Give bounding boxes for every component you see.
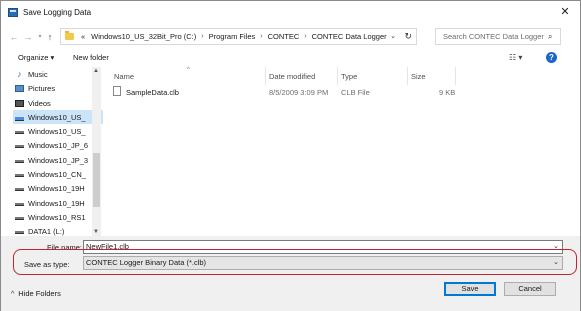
up-icon[interactable]: ↑ [45, 30, 55, 44]
window-title: Save Logging Data [23, 7, 92, 17]
sidebar-item-label: Windows10_CN_ [28, 169, 86, 179]
drive-icon [15, 131, 24, 134]
sidebar-item-label: Windows10_19H [28, 198, 85, 208]
file-name: SampleData.clb [126, 88, 179, 97]
sidebar-item-drive[interactable]: Windows10_19H [13, 196, 103, 210]
sidebar-item-drive[interactable]: Windows10_JP_6 [13, 138, 103, 152]
cancel-button[interactable]: Cancel [504, 282, 556, 296]
sidebar-item-drive[interactable]: Windows10_US_ [13, 124, 103, 138]
music-icon: ♪ [17, 69, 22, 79]
search-icon[interactable]: ⌕ [548, 32, 560, 42]
title-bar: Save Logging Data ✕ [1, 1, 580, 23]
sort-ascending-icon: ^ [187, 67, 190, 73]
file-type: CLB File [341, 88, 370, 97]
breadcrumb-contec-data-logger[interactable]: CONTEC Data Logger [309, 32, 390, 41]
address-dropdown-icon[interactable]: ⌄ [390, 32, 396, 40]
sidebar-item-music[interactable]: ♪ Music [13, 67, 103, 81]
pictures-icon [15, 84, 24, 92]
address-row: ← → ▾ ↑ « Windows10_US_32Bit_Pro (C:) › … [1, 27, 580, 47]
file-date: 8/5/2009 3:09 PM [269, 88, 329, 97]
navigation-pane: ♪ Music Pictures Videos Windows10_US_ Wi… [13, 67, 103, 236]
organize-button[interactable]: Organize ▾ [18, 53, 54, 62]
scroll-down-icon[interactable]: ▼ [93, 229, 99, 235]
sidebar-item-videos[interactable]: Videos [13, 96, 103, 110]
sidebar-item-label: Music [28, 69, 48, 79]
hide-folders-label: Hide Folders [18, 289, 61, 298]
sidebar-item-pictures[interactable]: Pictures [13, 81, 103, 95]
column-header-date[interactable]: Date modified [269, 72, 315, 81]
sidebar-item-drive[interactable]: Windows10_CN_ [13, 167, 103, 181]
column-header-type[interactable]: Type [341, 72, 357, 81]
column-divider[interactable] [407, 67, 408, 85]
drive-icon [15, 116, 24, 121]
view-options-icon[interactable]: ☷ ▾ [509, 53, 522, 62]
sidebar-item-drive-selected[interactable]: Windows10_US_ [13, 110, 103, 124]
sidebar-item-label: DATA1 (L:) [28, 226, 65, 236]
sidebar-item-drive[interactable]: Windows10_JP_3 [13, 153, 103, 167]
breadcrumb-drive[interactable]: Windows10_US_32Bit_Pro (C:) [88, 32, 199, 41]
sidebar-item-label: Windows10_US_ [28, 126, 86, 136]
column-divider[interactable] [337, 67, 338, 85]
column-header-name[interactable]: Name [114, 72, 134, 81]
column-header-size[interactable]: Size [411, 72, 426, 81]
table-row[interactable]: SampleData.clb 8/5/2009 3:09 PM CLB File… [109, 86, 469, 99]
sidebar-item-data1[interactable]: DATA1 (L:) [13, 224, 103, 236]
app-icon [8, 7, 18, 17]
help-icon[interactable]: ? [546, 52, 557, 63]
drive-icon [15, 160, 24, 163]
command-bar: Organize ▾ New folder ☷ ▾ ? [1, 51, 580, 67]
drive-icon [15, 231, 24, 234]
breadcrumb-program-files[interactable]: Program Files [206, 32, 259, 41]
file-list: ^ Name Date modified Type Size SampleDat… [105, 67, 575, 236]
sidebar-item-label: Videos [28, 98, 51, 108]
drive-icon [15, 174, 24, 177]
address-bar[interactable]: « Windows10_US_32Bit_Pro (C:) › Program … [60, 28, 417, 45]
drive-icon [15, 145, 24, 148]
sidebar-item-label: Windows10_19H [28, 183, 85, 193]
sidebar-item-label: Pictures [28, 83, 56, 93]
column-divider[interactable] [265, 67, 266, 85]
refresh-icon[interactable]: ↻ [404, 31, 412, 42]
save-options-panel: File name: NewFile1.clb ⌄ Save as type: … [1, 236, 580, 311]
back-icon[interactable]: ← [9, 30, 19, 44]
folder-icon [65, 31, 74, 40]
sidebar-item-label: Windows10_US_ [28, 112, 86, 122]
save-dialog: Save Logging Data ✕ ← → ▾ ↑ « Windows10_… [0, 0, 581, 311]
breadcrumb-contec[interactable]: CONTEC [265, 32, 303, 41]
highlight-annotation [13, 249, 577, 275]
scrollbar-thumb[interactable] [93, 153, 100, 207]
search-box[interactable]: Search CONTEC Data Logger ⌕ [435, 28, 561, 45]
forward-icon[interactable]: → [23, 30, 33, 44]
sidebar-item-label: Windows10_JP_6 [28, 140, 89, 150]
hide-folders-button[interactable]: ^ Hide Folders [11, 289, 61, 298]
recent-locations-icon[interactable]: ▾ [35, 30, 45, 44]
sidebar-item-label: Windows10_JP_3 [28, 155, 89, 165]
sidebar-item-drive[interactable]: Windows10_RS1 [13, 210, 103, 224]
chevron-up-icon: ^ [11, 291, 15, 298]
search-input[interactable]: Search CONTEC Data Logger [436, 32, 548, 41]
videos-icon [15, 99, 24, 107]
sidebar-item-label: Windows10_RS1 [28, 212, 86, 222]
file-size: 9 KB [439, 88, 456, 97]
save-button[interactable]: Save [444, 282, 496, 296]
scroll-up-icon[interactable]: ▲ [93, 68, 99, 74]
close-icon[interactable]: ✕ [558, 5, 572, 19]
breadcrumb-overflow[interactable]: « [78, 32, 88, 41]
nav-scrollbar[interactable]: ▲ ▼ [92, 67, 101, 236]
column-divider[interactable] [455, 67, 456, 85]
file-icon [113, 86, 121, 96]
sidebar-item-drive[interactable]: Windows10_19H [13, 181, 103, 195]
drive-icon [15, 217, 24, 220]
new-folder-button[interactable]: New folder [73, 53, 109, 62]
drive-icon [15, 188, 24, 191]
drive-icon [15, 203, 24, 206]
